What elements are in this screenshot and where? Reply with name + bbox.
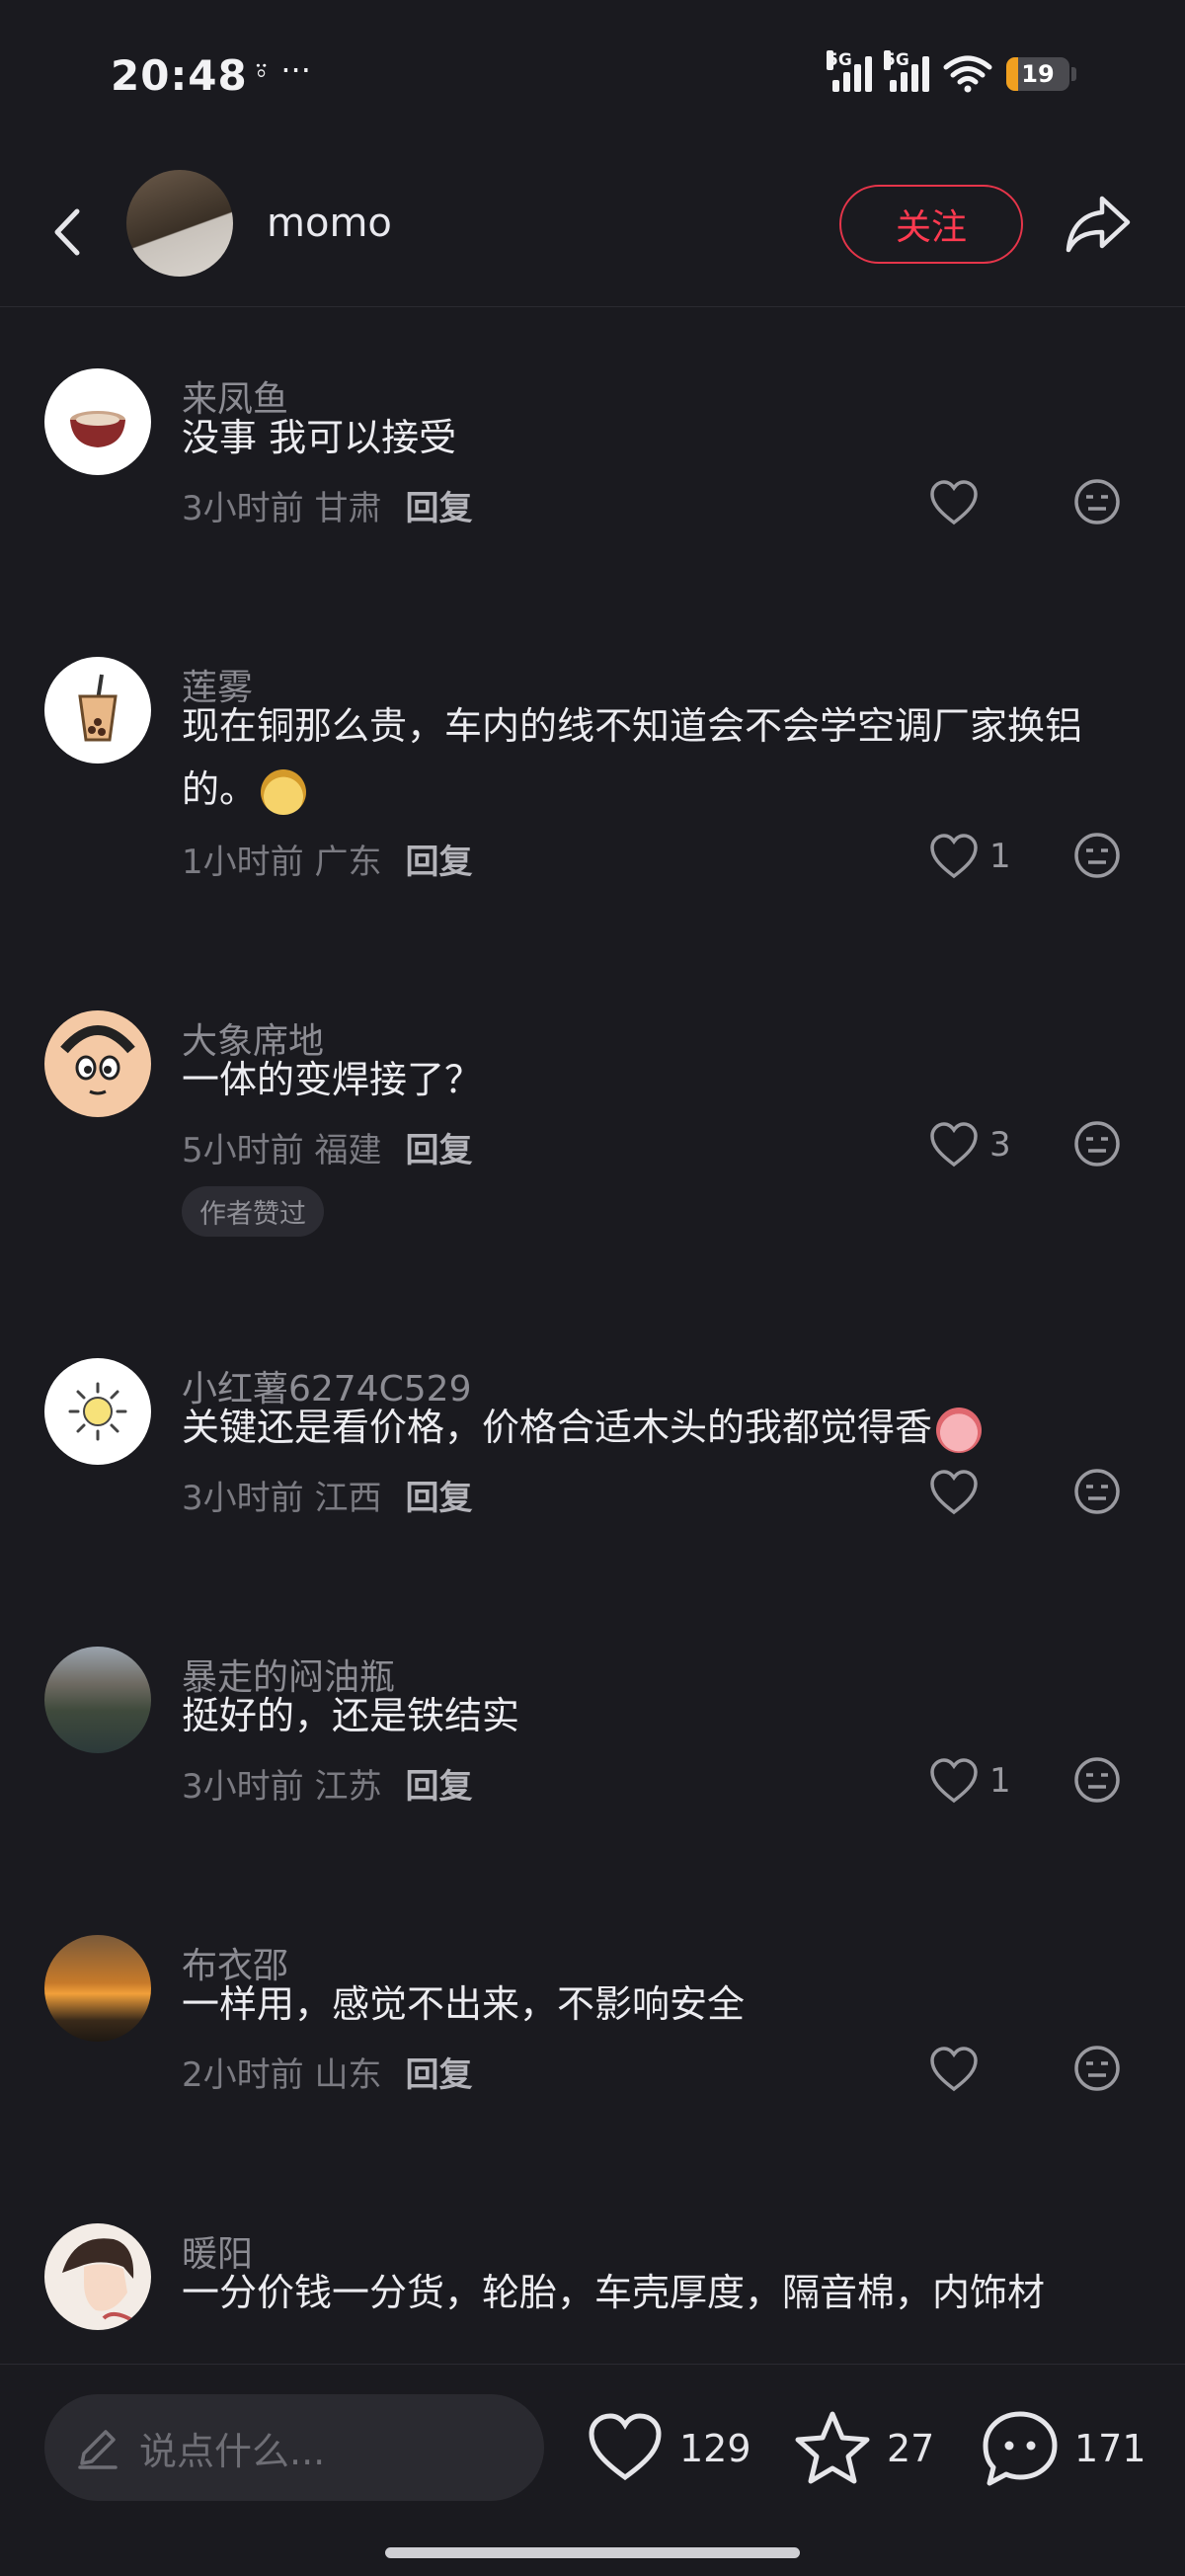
heart-icon	[930, 834, 978, 879]
status-indicators: 5G 5G 19	[827, 50, 1076, 93]
like-button[interactable]: 1	[928, 829, 1047, 884]
author-avatar[interactable]	[126, 170, 233, 277]
heart-icon	[589, 2413, 662, 2481]
cartoon-face-icon	[60, 1025, 135, 1095]
comment-meta: 3小时前 江西 回复	[182, 1479, 473, 1518]
like-post-button[interactable]: 129	[585, 2404, 751, 2493]
dislike-icon[interactable]	[1072, 1119, 1122, 1168]
star-icon	[795, 2411, 870, 2484]
battery-icon: 19	[1006, 57, 1069, 91]
share-icon[interactable]	[1063, 193, 1134, 256]
collect-button[interactable]: 27	[792, 2404, 934, 2493]
back-icon[interactable]	[40, 198, 99, 267]
signal-icon-2: 5G	[884, 50, 929, 92]
illustrated-portrait-icon	[62, 2238, 137, 2324]
comment-input-placeholder: 说点什么...	[139, 2429, 326, 2473]
heart-icon	[930, 1470, 978, 1515]
emoji-sticker	[936, 1407, 983, 1453]
comment-meta: 1小时前 广东 回复	[182, 843, 473, 882]
heart-icon	[930, 1758, 978, 1804]
follow-button[interactable]: 关注	[839, 185, 1023, 264]
comments-page: 20:48 ⍤ ··· 5G 5G 19 momo 关注 来凤鱼 没事 我可以接…	[0, 0, 1185, 2576]
comment-text: 一体的变焊接了？	[182, 1058, 483, 1101]
commenter-avatar[interactable]	[44, 657, 151, 764]
reply-button[interactable]: 回复	[405, 2055, 472, 2095]
heart-icon	[930, 480, 978, 525]
sun-icon	[68, 1382, 127, 1441]
heart-icon	[930, 1122, 978, 1167]
commenter-avatar[interactable]	[44, 2223, 151, 2330]
wifi-icon	[943, 55, 992, 93]
home-indicator[interactable]	[385, 2547, 800, 2558]
like-button[interactable]	[928, 2042, 1047, 2097]
commenter-avatar[interactable]	[44, 1647, 151, 1753]
comment-button[interactable]: 171	[980, 2404, 1146, 2493]
post-collect-count: 27	[887, 2427, 935, 2470]
comment-text: 关键还是看价格，价格合适木头的我都觉得香	[182, 1396, 1149, 1459]
comment-meta: 2小时前 山东 回复	[182, 2055, 473, 2095]
post-like-count: 129	[679, 2427, 751, 2470]
status-bar: 20:48 ⍤ ··· 5G 5G 19	[0, 0, 1185, 158]
comment-text: 现在铜那么贵，车内的线不知道会不会学空调厂家换铝的。	[182, 694, 1149, 821]
commenter-avatar[interactable]	[44, 1358, 151, 1465]
comment-meta: 3小时前 江苏 回复	[182, 1767, 473, 1807]
bowl-icon	[70, 411, 125, 447]
comment-text: 一分价钱一分货，轮胎，车壳厚度，隔音棉，内饰材	[182, 2271, 1046, 2314]
bottom-action-bar: 说点什么... 129 27 171	[0, 2364, 1185, 2576]
dislike-icon[interactable]	[1072, 477, 1122, 526]
reply-button[interactable]: 回复	[405, 1131, 472, 1170]
emoji-sticker	[261, 768, 307, 815]
comment-meta: 3小时前 甘肃 回复	[182, 489, 473, 528]
heart-icon	[930, 2047, 978, 2092]
comment-list: 来凤鱼 没事 我可以接受 3小时前 甘肃 回复 莲雾 现在铜那么贵，车内的线不知…	[0, 307, 1185, 2364]
header: momo 关注	[0, 158, 1185, 307]
dislike-icon[interactable]	[1072, 831, 1122, 880]
reply-button[interactable]: 回复	[405, 489, 472, 528]
comment-text: 一样用，感觉不出来，不影响安全	[182, 1982, 746, 2026]
like-button[interactable]	[928, 1465, 1047, 1520]
reply-button[interactable]: 回复	[405, 843, 472, 882]
status-time: 20:48	[111, 51, 248, 100]
dislike-icon[interactable]	[1072, 1467, 1122, 1516]
like-button[interactable]: 3	[928, 1117, 1047, 1172]
signal-icon: 5G	[827, 50, 872, 92]
comment-input[interactable]: 说点什么...	[44, 2394, 544, 2501]
commenter-avatar[interactable]	[44, 1010, 151, 1117]
comment-text: 没事 我可以接受	[182, 416, 457, 459]
status-notification-icons: ⍤ ···	[252, 51, 311, 89]
bubble-tea-icon	[78, 674, 118, 742]
like-button[interactable]: 1	[928, 1753, 1047, 1809]
reply-button[interactable]: 回复	[405, 1479, 472, 1518]
like-button[interactable]	[928, 475, 1047, 530]
author-liked-badge: 作者赞过	[182, 1186, 324, 1237]
comment-bubble-icon	[983, 2411, 1058, 2486]
dislike-icon[interactable]	[1072, 1755, 1122, 1805]
post-comment-count: 171	[1074, 2427, 1146, 2470]
commenter-avatar[interactable]	[44, 368, 151, 475]
author-username[interactable]: momo	[267, 201, 392, 246]
reply-button[interactable]: 回复	[405, 1767, 472, 1807]
dislike-icon[interactable]	[1072, 2044, 1122, 2093]
comment-meta: 5小时前 福建 回复	[182, 1131, 473, 1170]
comment-text: 挺好的，还是铁结实	[182, 1694, 520, 1737]
pencil-icon	[78, 2430, 118, 2469]
commenter-avatar[interactable]	[44, 1935, 151, 2042]
